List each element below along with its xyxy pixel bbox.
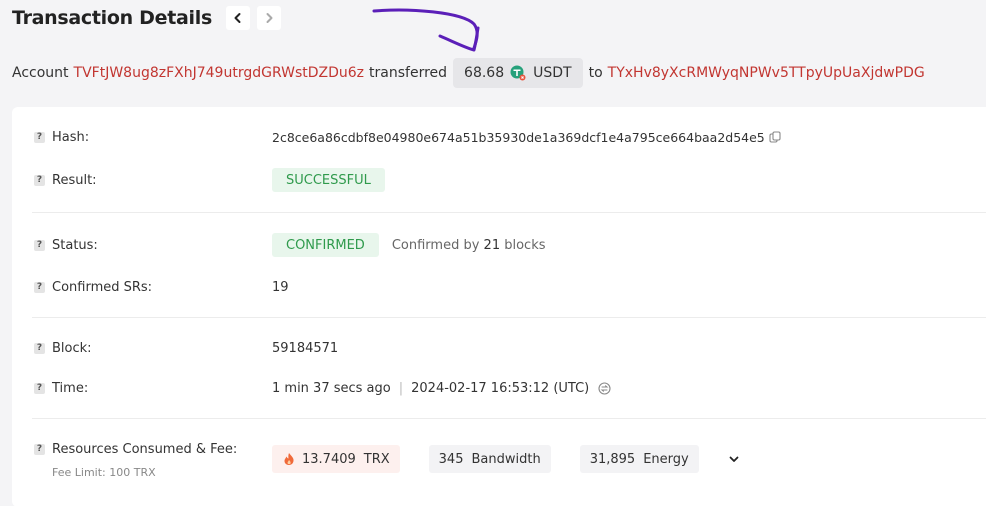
time-relative: 1 min 37 secs ago — [272, 380, 391, 396]
confirmed-by-count: 21 — [483, 237, 501, 253]
transferred-label: transferred — [369, 65, 448, 81]
status-badge: CONFIRMED — [272, 233, 379, 257]
block-help-icon[interactable]: ? — [34, 342, 45, 354]
confirmed-by-suffix: blocks — [504, 237, 546, 253]
token-symbol-link[interactable]: USDT — [533, 65, 571, 81]
bandwidth-pill: 345 Bandwidth — [428, 445, 551, 473]
time-value-wrap: 1 min 37 secs ago | 2024-02-17 16:53:12 … — [272, 381, 611, 396]
transfer-summary: Account TVFtJW8ug8zFXhJ749utrgdGRWstDZDu… — [12, 58, 930, 88]
confirmed-srs-label: Confirmed SRs: — [52, 279, 153, 295]
amount-pill: 68.68 USDT — [453, 58, 583, 88]
confirmed-srs-help-icon[interactable]: ? — [34, 281, 45, 293]
result-badge: SUCCESSFUL — [272, 168, 385, 192]
page-title: Transaction Details — [12, 7, 212, 29]
status-help-icon[interactable]: ? — [34, 239, 45, 251]
resources-values: 13.7409 TRX 345 Bandwidth 31,895 Energy — [272, 445, 741, 473]
to-label: to — [588, 65, 603, 81]
to-address-link[interactable]: TYxHv8yXcRMWyqNPWv5TTpyUpUaXjdwPDG — [608, 65, 925, 81]
resources-help-icon[interactable]: ? — [34, 443, 45, 455]
annotation-arrow — [372, 8, 480, 52]
confirmed-by-prefix: Confirmed by — [391, 237, 480, 253]
time-label: Time: — [52, 380, 89, 396]
bandwidth-unit: Bandwidth — [471, 451, 541, 467]
chevron-right-icon — [266, 13, 273, 23]
copy-icon[interactable] — [769, 131, 781, 143]
hash-label: Hash: — [52, 129, 90, 145]
result-label: Result: — [52, 172, 97, 188]
page-header: Transaction Details — [12, 6, 281, 30]
status-label: Status: — [52, 237, 98, 253]
energy-amount: 31,895 — [589, 451, 636, 467]
divider — [32, 317, 986, 318]
hash-value-wrap: 2c8ce6a86cdbf8e04980e674a51b35930de1a369… — [272, 130, 781, 145]
chevron-left-icon — [234, 13, 241, 23]
divider — [32, 212, 986, 213]
account-label: Account — [12, 65, 69, 81]
block-label: Block: — [52, 340, 92, 356]
bandwidth-amount: 345 — [438, 451, 464, 467]
clock-icon[interactable] — [598, 381, 611, 395]
time-help-icon[interactable]: ? — [34, 382, 45, 394]
flame-icon — [284, 453, 294, 465]
energy-unit: Energy — [643, 451, 689, 467]
prev-transaction-button[interactable] — [225, 6, 250, 30]
hash-help-icon[interactable]: ? — [34, 131, 45, 143]
details-card: ? Hash: 2c8ce6a86cdbf8e04980e674a51b3593… — [12, 107, 986, 506]
amount-value: 68.68 — [464, 65, 505, 81]
trx-fee-pill: 13.7409 TRX — [272, 445, 400, 473]
confirmed-by-text: Confirmed by 21 blocks — [392, 238, 546, 253]
result-value-wrap: SUCCESSFUL — [272, 168, 385, 192]
fee-limit-text: Fee Limit: 100 TRX — [52, 466, 156, 479]
time-separator: | — [398, 380, 404, 396]
result-help-icon[interactable]: ? — [34, 174, 45, 186]
block-value-link[interactable]: 59184571 — [272, 341, 338, 356]
from-address-link[interactable]: TVFtJW8ug8zFXhJ749utrgdGRWstDZDu6z — [74, 65, 365, 81]
trx-amount: 13.7409 — [302, 451, 356, 467]
next-transaction-button[interactable] — [256, 6, 281, 30]
divider — [32, 418, 986, 419]
chevron-down-icon[interactable] — [727, 452, 741, 466]
resources-label: Resources Consumed & Fee: — [52, 441, 238, 457]
energy-pill: 31,895 Energy — [579, 445, 699, 473]
trx-unit: TRX — [363, 451, 390, 467]
status-value-wrap: CONFIRMED Confirmed by 21 blocks — [272, 233, 546, 257]
confirmed-srs-value: 19 — [272, 279, 289, 295]
usdt-token-icon[interactable] — [510, 65, 526, 81]
time-absolute: 2024-02-17 16:53:12 (UTC) — [411, 380, 590, 396]
hash-value: 2c8ce6a86cdbf8e04980e674a51b35930de1a369… — [272, 129, 765, 145]
